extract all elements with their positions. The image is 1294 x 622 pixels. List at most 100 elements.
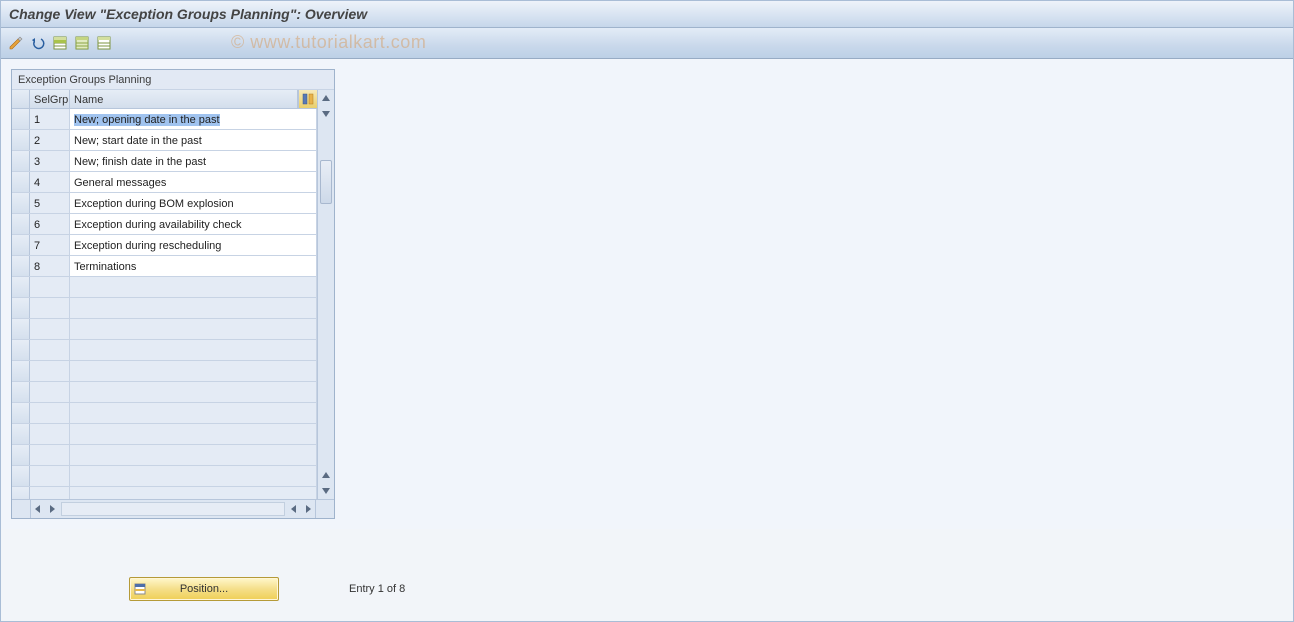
cell-name[interactable]: Exception during rescheduling xyxy=(70,235,317,255)
scroll-up-icon[interactable] xyxy=(319,91,333,105)
cell-selgrp xyxy=(30,298,70,318)
table-deselect-icon[interactable] xyxy=(95,34,113,52)
cell-name[interactable] xyxy=(70,424,317,444)
cell-name[interactable] xyxy=(70,466,317,486)
cell-selgrp: 4 xyxy=(30,172,70,192)
row-marker[interactable] xyxy=(12,214,30,234)
cell-name[interactable]: New; finish date in the past xyxy=(70,151,317,171)
cell-name[interactable] xyxy=(70,277,317,297)
horizontal-scrollbar[interactable] xyxy=(12,499,334,518)
position-button[interactable]: Position... xyxy=(129,577,279,601)
grid-main: SelGrp Name 1New; opening date in the pa… xyxy=(12,90,317,499)
row-marker[interactable] xyxy=(12,445,30,465)
row-marker[interactable] xyxy=(12,424,30,444)
scroll-track[interactable] xyxy=(318,122,334,467)
table-row[interactable]: 3New; finish date in the past xyxy=(12,151,317,172)
cell-selgrp: 7 xyxy=(30,235,70,255)
hscroll-right-icon[interactable] xyxy=(45,502,59,516)
cell-selgrp: 8 xyxy=(30,256,70,276)
table-row[interactable]: 7 Exception during rescheduling xyxy=(12,235,317,256)
table-row-empty[interactable] xyxy=(12,340,317,361)
table-row-empty[interactable] xyxy=(12,382,317,403)
grid-panel: Exception Groups Planning SelGrp Name xyxy=(11,69,335,519)
row-marker[interactable] xyxy=(12,466,30,486)
row-marker[interactable] xyxy=(12,319,30,339)
cell-name-text: Exception during rescheduling xyxy=(74,240,221,252)
cell-name[interactable]: New; opening date in the past xyxy=(70,109,317,129)
table-row-empty[interactable] xyxy=(12,424,317,445)
cell-selgrp xyxy=(30,424,70,444)
cell-selgrp xyxy=(30,403,70,423)
table-row-empty[interactable] xyxy=(12,298,317,319)
cell-name[interactable]: Terminations xyxy=(70,256,317,276)
row-marker[interactable] xyxy=(12,487,30,499)
table-row[interactable]: 5Exception during BOM explosion xyxy=(12,193,317,214)
row-marker[interactable] xyxy=(12,130,30,150)
table-row-empty[interactable] xyxy=(12,445,317,466)
cell-name[interactable]: General messages xyxy=(70,172,317,192)
position-button-label: Position... xyxy=(180,583,228,595)
cell-name[interactable] xyxy=(70,445,317,465)
row-marker[interactable] xyxy=(12,256,30,276)
row-marker[interactable] xyxy=(12,109,30,129)
row-marker[interactable] xyxy=(12,277,30,297)
cell-selgrp xyxy=(30,487,70,499)
col-header-name[interactable]: Name xyxy=(70,90,298,108)
row-marker[interactable] xyxy=(12,193,30,213)
row-marker[interactable] xyxy=(12,172,30,192)
hscroll-track[interactable] xyxy=(61,502,285,516)
scroll-thumb[interactable] xyxy=(320,160,332,204)
table-row-empty[interactable] xyxy=(12,403,317,424)
table-copy-icon[interactable] xyxy=(73,34,91,52)
row-marker[interactable] xyxy=(12,340,30,360)
row-marker[interactable] xyxy=(12,151,30,171)
toolbar: © www.tutorialkart.com xyxy=(1,28,1293,59)
position-icon xyxy=(134,581,150,600)
table-row[interactable]: 4General messages xyxy=(12,172,317,193)
cell-name[interactable] xyxy=(70,298,317,318)
cell-name[interactable] xyxy=(70,403,317,423)
cell-name[interactable] xyxy=(70,361,317,381)
hscroll-left2-icon[interactable] xyxy=(287,502,301,516)
table-row-empty[interactable] xyxy=(12,466,317,487)
cell-selgrp xyxy=(30,277,70,297)
cell-selgrp xyxy=(30,382,70,402)
undo-icon[interactable] xyxy=(29,34,47,52)
table-row[interactable]: 6Exception during availability check xyxy=(12,214,317,235)
row-marker[interactable] xyxy=(12,298,30,318)
cell-name-text: New; finish date in the past xyxy=(74,156,206,168)
cell-name-text: Exception during BOM explosion xyxy=(74,198,234,210)
scroll-down-icon[interactable] xyxy=(319,484,333,498)
cell-name[interactable]: Exception during BOM explosion xyxy=(70,193,317,213)
scroll-down-small-icon[interactable] xyxy=(319,107,333,121)
row-marker[interactable] xyxy=(12,361,30,381)
table-select-icon[interactable] xyxy=(51,34,69,52)
cell-name[interactable] xyxy=(70,487,317,499)
table-row-empty[interactable] xyxy=(12,277,317,298)
table-row[interactable]: 8Terminations xyxy=(12,256,317,277)
table-row[interactable]: 2New; start date in the past xyxy=(12,130,317,151)
hscroll-left-icon[interactable] xyxy=(31,502,45,516)
col-header-marker[interactable] xyxy=(12,90,30,108)
cell-selgrp: 6 xyxy=(30,214,70,234)
edit-pencil-icon[interactable] xyxy=(7,34,25,52)
configure-columns-icon[interactable] xyxy=(298,90,317,108)
cell-name[interactable]: Exception during availability check xyxy=(70,214,317,234)
col-header-selgrp[interactable]: SelGrp xyxy=(30,90,70,108)
hscroll-right2-icon[interactable] xyxy=(301,502,315,516)
cell-name[interactable] xyxy=(70,382,317,402)
scroll-up-small-icon[interactable] xyxy=(319,468,333,482)
row-marker[interactable] xyxy=(12,382,30,402)
row-marker[interactable] xyxy=(12,403,30,423)
title-bar: Change View "Exception Groups Planning":… xyxy=(1,1,1293,28)
table-row-empty[interactable] xyxy=(12,361,317,382)
table-row[interactable]: 1New; opening date in the past xyxy=(12,109,317,130)
vertical-scrollbar[interactable] xyxy=(317,90,334,499)
hscroll-right-group xyxy=(287,502,315,516)
cell-name[interactable] xyxy=(70,340,317,360)
table-row-empty[interactable] xyxy=(12,487,317,499)
row-marker[interactable] xyxy=(12,235,30,255)
table-row-empty[interactable] xyxy=(12,319,317,340)
cell-name[interactable]: New; start date in the past xyxy=(70,130,317,150)
cell-name[interactable] xyxy=(70,319,317,339)
